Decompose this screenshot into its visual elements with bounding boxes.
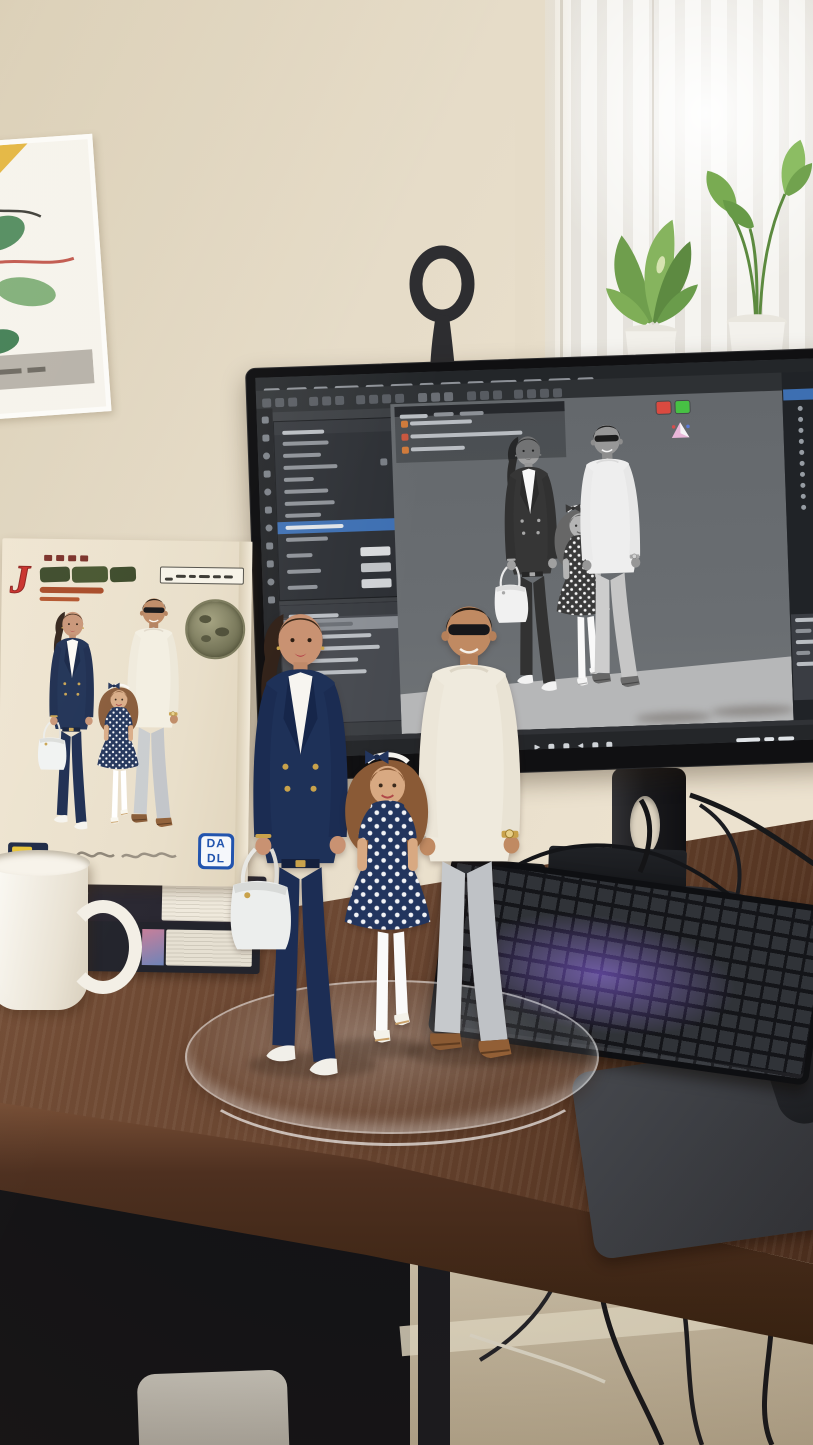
tool-icon xyxy=(540,389,549,398)
tool-icon xyxy=(553,388,562,397)
desk-scene-photo: J xyxy=(0,0,813,1445)
box-caption-label xyxy=(160,566,244,584)
tool-icon xyxy=(275,398,284,407)
tool-glyph xyxy=(267,578,274,585)
layers-panel-overlay xyxy=(394,401,566,463)
monitor-stand-cable-hole xyxy=(630,796,660,854)
figure-box: J xyxy=(0,538,252,886)
emblem-detail xyxy=(199,615,211,623)
wall-poster xyxy=(0,134,112,421)
tool-glyph xyxy=(266,542,273,549)
tool-icon xyxy=(356,395,365,404)
tool-glyph xyxy=(266,560,273,567)
panel-title-blob xyxy=(282,430,324,435)
tool-icon xyxy=(335,396,344,405)
outliner-icon xyxy=(797,406,802,411)
potted-plant-tall xyxy=(688,132,813,384)
outliner-icon xyxy=(800,494,805,499)
floor-object xyxy=(137,1369,290,1445)
tool-glyph xyxy=(264,488,271,495)
outliner-icon xyxy=(797,417,802,422)
outliner-icon xyxy=(798,428,803,433)
tool-icon xyxy=(493,390,502,399)
tool-glyph xyxy=(264,506,271,513)
frame-icon xyxy=(592,742,598,748)
sub-row xyxy=(791,624,813,636)
sub-row xyxy=(791,613,813,625)
sub-row xyxy=(792,646,813,658)
tool-icon xyxy=(288,397,297,406)
property-row-buttons xyxy=(279,562,397,578)
tool-icon xyxy=(467,391,476,400)
tool-icon xyxy=(514,390,523,399)
tool-icon xyxy=(418,393,427,402)
brand-mark-letter: J xyxy=(9,556,32,601)
view-gizmo xyxy=(669,420,692,443)
outliner-icon xyxy=(800,483,805,488)
poster-art xyxy=(0,140,96,405)
outliner-icon xyxy=(799,472,804,477)
tool-icon xyxy=(322,396,331,405)
white-mug xyxy=(0,858,88,1010)
mug-handle xyxy=(64,900,142,994)
tool-icon xyxy=(444,392,453,401)
tool-icon xyxy=(369,395,378,404)
tool-icon xyxy=(309,397,318,406)
tool-icon xyxy=(395,394,404,403)
panel-button xyxy=(361,562,391,572)
property-row-buttons xyxy=(278,546,396,562)
property-row-buttons xyxy=(279,578,397,594)
outliner-icon xyxy=(798,439,803,444)
viewport-man-grayscale xyxy=(557,414,665,693)
tool-icon xyxy=(527,389,536,398)
timeline-info xyxy=(736,729,795,749)
outliner-selected-row xyxy=(783,388,813,400)
tool-glyph xyxy=(262,434,269,441)
tool-glyph xyxy=(261,416,268,423)
outliner-icon xyxy=(801,505,806,510)
tool-glyph xyxy=(262,452,269,459)
box-art-girl xyxy=(90,678,146,834)
outliner-icon xyxy=(799,450,804,455)
red-color-swatch xyxy=(656,401,670,413)
tool-icon xyxy=(382,394,391,403)
panel-header xyxy=(274,418,392,435)
frame-icon xyxy=(606,742,612,748)
window-wall-blend xyxy=(515,0,575,378)
tool-icon xyxy=(431,392,440,401)
tool-icon xyxy=(480,391,489,400)
sub-row xyxy=(792,657,813,669)
green-color-swatch xyxy=(675,401,689,413)
tool-icon xyxy=(262,398,271,407)
panel-button xyxy=(361,578,391,588)
mug-rim xyxy=(0,850,90,876)
stop-icon xyxy=(563,743,569,749)
panel-button xyxy=(360,546,390,556)
book-cover-art xyxy=(142,929,165,965)
tool-glyph xyxy=(263,470,270,477)
tool-glyph xyxy=(265,524,272,531)
outliner-icon xyxy=(799,461,804,466)
right-sub-panel xyxy=(791,613,813,700)
emblem-detail xyxy=(201,635,211,642)
girl-figurine xyxy=(332,740,444,1062)
skip-icon xyxy=(578,743,584,749)
sub-row xyxy=(792,635,813,647)
left-properties-panel xyxy=(273,417,399,601)
